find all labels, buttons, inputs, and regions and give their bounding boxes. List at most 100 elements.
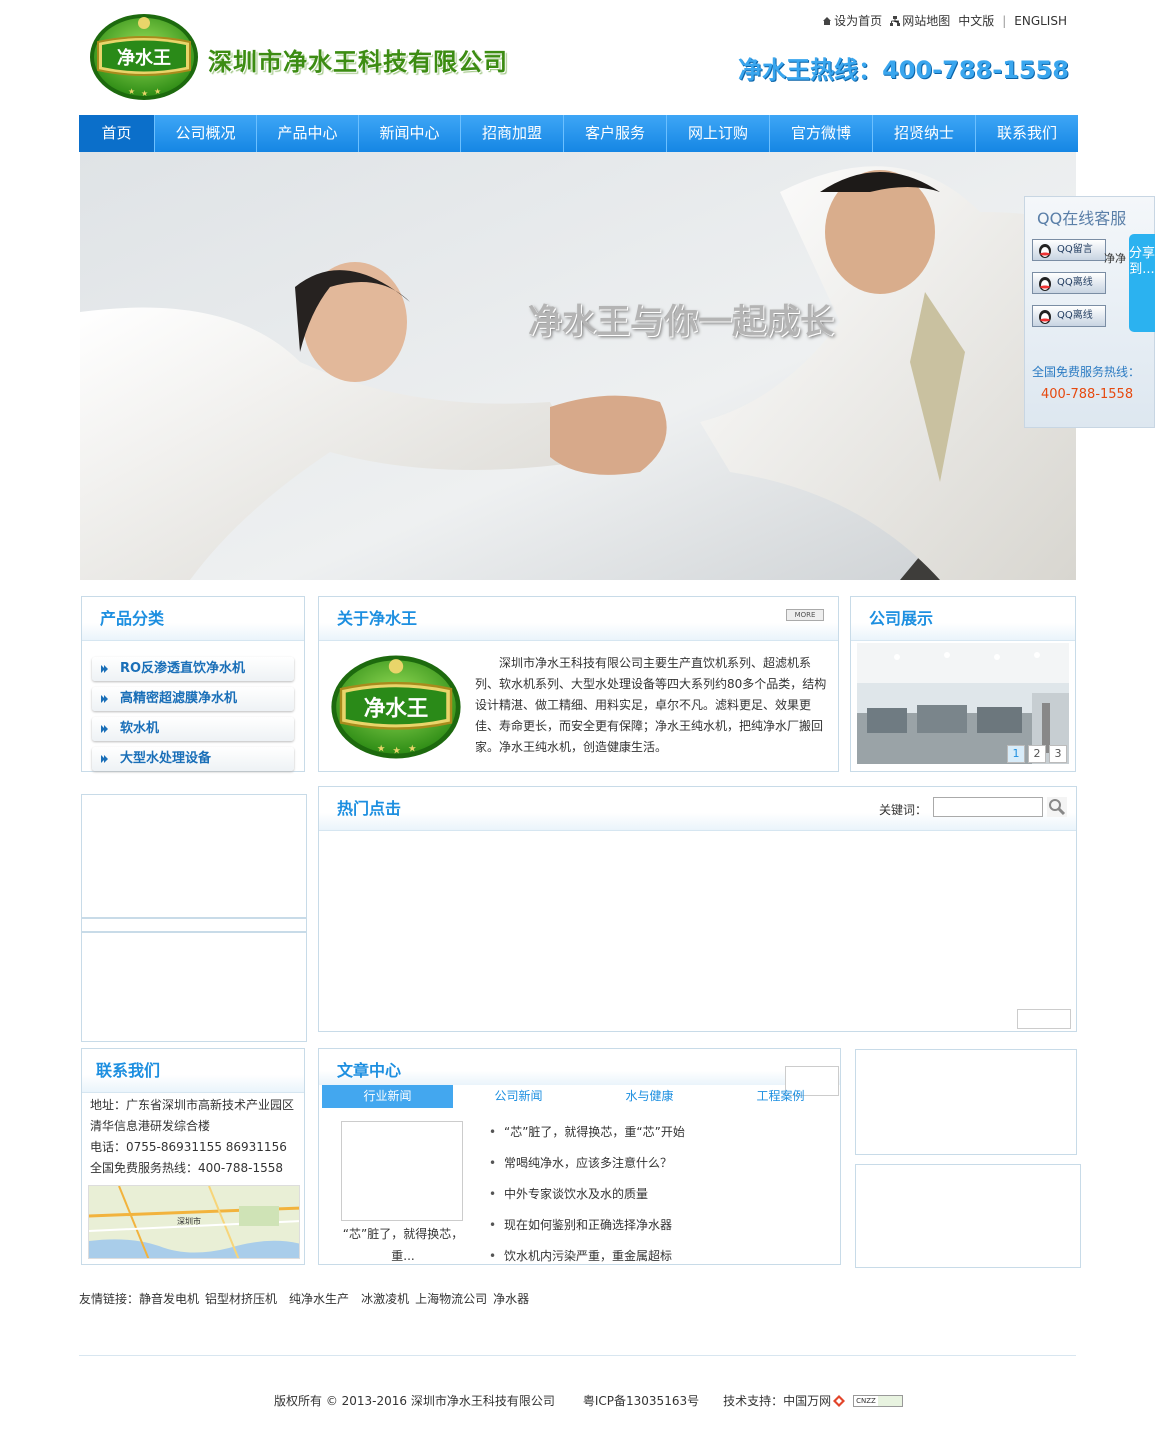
category-label: 软水机 bbox=[120, 721, 160, 736]
article-center-title: 文章中心 bbox=[337, 1061, 402, 1080]
arrow-right-icon bbox=[101, 755, 108, 763]
link-separator: | bbox=[1002, 13, 1007, 28]
friend-link[interactable]: 上海物流公司 bbox=[415, 1292, 487, 1306]
qq-panel-title: QQ在线客服 bbox=[1037, 209, 1127, 228]
hotline: 净水王热线：400-788-1558 bbox=[738, 56, 1069, 84]
category-label: 高精密超滤膜净水机 bbox=[120, 691, 238, 706]
keyword-input[interactable] bbox=[933, 797, 1043, 817]
arrow-right-icon bbox=[101, 725, 108, 733]
nav-news[interactable]: 新闻中心 bbox=[359, 115, 461, 152]
nav-home[interactable]: 首页 bbox=[79, 115, 155, 152]
friend-link[interactable]: 冰激凌机 bbox=[361, 1292, 409, 1306]
hero-banner[interactable]: 净水王与你一起成长 bbox=[80, 152, 1076, 580]
svg-text:★: ★ bbox=[377, 743, 386, 754]
top-links: 设为首页 网站地图 中文版 | ENGLISH bbox=[822, 12, 1067, 29]
article-list: “芯”脏了，就得换芯，重“芯”开始 常喝纯净水，应该多注意什么？ 中外专家谈饮水… bbox=[489, 1121, 829, 1265]
cnzz-badge[interactable]: CNZZ bbox=[853, 1394, 904, 1407]
qq-penguin-icon bbox=[1039, 244, 1051, 258]
svg-text:★: ★ bbox=[154, 87, 161, 96]
search-icon[interactable] bbox=[1047, 797, 1067, 817]
contact-box: 联系我们 地址：广东省深圳市高新技术产业园区清华信息港研发综合楼 电话：0755… bbox=[81, 1048, 305, 1265]
friend-link[interactable]: 净水器 bbox=[493, 1292, 529, 1306]
map-city-label: 深圳市 bbox=[177, 1216, 201, 1226]
nav-franchise[interactable]: 招商加盟 bbox=[461, 115, 564, 152]
arrow-right-icon bbox=[101, 695, 108, 703]
about-box: 关于净水王 MORE 净水王 ★ ★ ★ 深圳市净水王科技有限公司主要生产直饮机… bbox=[318, 596, 839, 772]
english-version-link[interactable]: ENGLISH bbox=[1014, 14, 1067, 28]
article-item[interactable]: 常喝纯净水，应该多注意什么？ bbox=[489, 1152, 829, 1183]
handshake-photo bbox=[80, 152, 1076, 580]
location-map[interactable]: 深圳市 bbox=[88, 1185, 300, 1259]
page-1-button[interactable]: 1 bbox=[1007, 745, 1025, 763]
svg-text:★: ★ bbox=[141, 89, 148, 98]
chinese-version-link[interactable]: 中文版 bbox=[958, 12, 994, 29]
cnzz-label: CNZZ bbox=[856, 1396, 876, 1405]
sitemap-link[interactable]: 网站地图 bbox=[890, 12, 950, 29]
set-home-link[interactable]: 设为首页 bbox=[822, 12, 882, 29]
friend-link[interactable]: 纯净水生产 bbox=[289, 1292, 349, 1306]
home-icon bbox=[823, 17, 832, 25]
copyright: 版权所有 © 2013-2016 深圳市净水王科技有限公司 bbox=[274, 1394, 555, 1408]
hot-clicks-empty-button[interactable] bbox=[1017, 1009, 1071, 1029]
showcase-pager: 1 2 3 bbox=[1007, 745, 1067, 763]
qq-side-text: 净净 bbox=[1104, 252, 1126, 265]
company-logo[interactable]: 净水王 ★ ★ ★ bbox=[88, 12, 200, 102]
category-label: 大型水处理设备 bbox=[120, 751, 212, 766]
nav-careers[interactable]: 招贤纳士 bbox=[873, 115, 976, 152]
contact-address: 地址：广东省深圳市高新技术产业园区清华信息港研发综合楼 bbox=[90, 1098, 295, 1133]
about-text: 深圳市净水王科技有限公司主要生产直饮机系列、超滤机系列、软水机系列、大型水处理设… bbox=[475, 656, 827, 754]
qq-penguin-icon bbox=[1039, 310, 1051, 324]
contact-phone: 电话：0755-86931155 86931156 bbox=[90, 1140, 287, 1154]
arrow-right-icon bbox=[101, 665, 108, 673]
friend-links-label: 友情链接： bbox=[79, 1292, 140, 1306]
tech-support[interactable]: 技术支持：中国万网 bbox=[723, 1392, 831, 1409]
hot-clicks-box: 热门点击 关键词： bbox=[318, 786, 1077, 1032]
nav-weibo[interactable]: 官方微博 bbox=[770, 115, 873, 152]
page-3-button[interactable]: 3 bbox=[1049, 745, 1067, 763]
nav-customer-service[interactable]: 客户服务 bbox=[564, 115, 667, 152]
qq-offline-button-1[interactable]: QQ离线 bbox=[1032, 272, 1106, 294]
about-logo: 净水王 ★ ★ ★ bbox=[331, 655, 461, 759]
qq-penguin-icon bbox=[1039, 277, 1051, 291]
right-empty-box-bottom bbox=[855, 1164, 1081, 1268]
share-tab[interactable]: 分享到... bbox=[1129, 234, 1155, 332]
contact-title: 联系我们 bbox=[96, 1061, 161, 1080]
article-item[interactable]: 现在如何鉴别和正确选择净水器 bbox=[489, 1214, 829, 1245]
nav-online-order[interactable]: 网上订购 bbox=[667, 115, 770, 152]
qq-offline-button-2[interactable]: QQ离线 bbox=[1032, 305, 1106, 327]
icp-number[interactable]: 粤ICP备13035163号 bbox=[583, 1392, 699, 1409]
category-item-large[interactable]: 大型水处理设备 bbox=[92, 747, 294, 771]
svg-text:★: ★ bbox=[128, 87, 135, 96]
about-more-button[interactable]: MORE bbox=[786, 609, 824, 621]
hot-clicks-title: 热门点击 bbox=[337, 799, 402, 818]
banner-slogan: 净水王与你一起成长 bbox=[528, 302, 834, 342]
nav-company-overview[interactable]: 公司概况 bbox=[155, 115, 257, 152]
showcase-title: 公司展示 bbox=[869, 609, 934, 628]
nav-contact[interactable]: 联系我们 bbox=[976, 115, 1078, 152]
qq-message-button[interactable]: QQ留言 bbox=[1032, 239, 1106, 261]
article-thumbnail[interactable] bbox=[341, 1121, 463, 1221]
category-item-ro[interactable]: RO反渗透直饮净水机 bbox=[92, 657, 294, 681]
friend-link[interactable]: 静音发电机 bbox=[139, 1292, 199, 1306]
nav-products[interactable]: 产品中心 bbox=[257, 115, 359, 152]
friend-link[interactable]: 铝型材挤压机 bbox=[205, 1292, 277, 1306]
article-item[interactable]: 饮水机内污染严重，重金属超标 bbox=[489, 1245, 829, 1265]
tab-water-health[interactable]: 水与健康 bbox=[584, 1085, 715, 1108]
logo-text: 净水王 bbox=[117, 47, 171, 69]
sitemap-label: 网站地图 bbox=[902, 14, 951, 28]
tab-project-cases[interactable]: 工程案例 bbox=[715, 1085, 846, 1108]
main-nav: 首页 公司概况 产品中心 新闻中心 招商加盟 客户服务 网上订购 官方微博 招贤… bbox=[79, 115, 1078, 152]
article-thumbnail-caption[interactable]: “芯”脏了，就得换芯，重... bbox=[333, 1223, 473, 1267]
tab-industry-news[interactable]: 行业新闻 bbox=[322, 1085, 453, 1108]
tab-company-news[interactable]: 公司新闻 bbox=[453, 1085, 584, 1108]
page-2-button[interactable]: 2 bbox=[1028, 745, 1046, 763]
qq-offline-label-1: QQ离线 bbox=[1057, 277, 1093, 288]
category-item-softener[interactable]: 软水机 bbox=[92, 717, 294, 741]
about-logo-text: 净水王 bbox=[364, 695, 429, 721]
free-hotline-number: 400-788-1558 bbox=[1041, 387, 1134, 402]
category-label: RO反渗透直饮净水机 bbox=[120, 661, 246, 676]
article-center-box: 文章中心 行业新闻 公司新闻 水与健康 工程案例 “芯”脏了，就得换芯，重...… bbox=[318, 1048, 841, 1265]
article-item[interactable]: 中外专家谈饮水及水的质量 bbox=[489, 1183, 829, 1214]
category-item-uf[interactable]: 高精密超滤膜净水机 bbox=[92, 687, 294, 711]
article-item[interactable]: “芯”脏了，就得换芯，重“芯”开始 bbox=[489, 1121, 829, 1152]
